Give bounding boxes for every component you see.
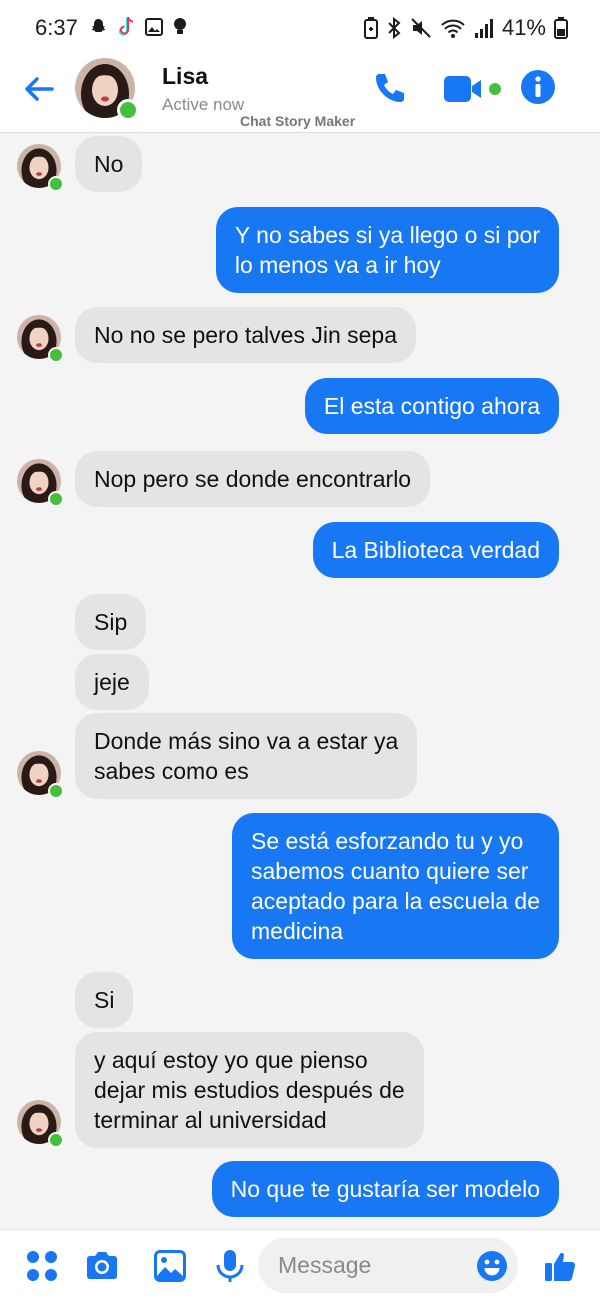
incoming-message[interactable]: Sip (75, 594, 147, 650)
menu-dots-icon[interactable] (24, 1248, 60, 1284)
message-line: aceptado para la escuela de (251, 888, 540, 914)
outgoing-message[interactable]: Se está esforzando tu y yo sabemos cuanto… (232, 813, 559, 959)
microphone-icon[interactable] (212, 1248, 248, 1284)
signal-icon (474, 19, 493, 38)
message-line: Y no sabes si ya llego o si por (234, 222, 540, 248)
incoming-message[interactable]: No no se pero talves Jin sepa (75, 307, 417, 363)
thumbs-up-icon[interactable] (543, 1248, 579, 1284)
incoming-message[interactable]: Nop pero se donde encontrarlo (75, 451, 431, 507)
presence-dot (48, 491, 64, 507)
message-line: terminar al universidad (94, 1107, 327, 1133)
mute-icon (411, 18, 431, 38)
composer-bar: Message (0, 1229, 600, 1301)
info-icon[interactable] (520, 69, 556, 105)
battery-level: 41% (501, 15, 546, 40)
message-line: y aquí estoy yo que pienso (94, 1047, 368, 1073)
presence-dot (48, 783, 64, 799)
presence-dot (48, 176, 64, 192)
incoming-message[interactable]: Si (75, 972, 134, 1028)
phone-icon[interactable] (371, 71, 407, 107)
emoji-icon[interactable] (476, 1250, 508, 1282)
message-line: medicina (251, 918, 344, 944)
message-line: sabes como es (94, 758, 249, 784)
back-arrow-icon[interactable] (22, 72, 56, 106)
message-line: Se está esforzando tu y yo (251, 828, 524, 854)
presence-dot (117, 99, 139, 121)
status-time: 6:37 (35, 15, 78, 40)
outgoing-message[interactable]: El esta contigo ahora (304, 378, 559, 434)
message-line: El esta contigo ahora (323, 393, 540, 419)
message-line: No que te gustaría ser modelo (230, 1176, 540, 1202)
outgoing-message[interactable]: La Biblioteca verdad (312, 522, 559, 578)
system-icons: 41% (363, 15, 568, 41)
message-thread[interactable]: No Y no sabes si ya llego o si por lo meno… (0, 133, 600, 1229)
message-placeholder: Message (278, 1252, 372, 1278)
wifi-icon (441, 19, 465, 38)
chat-header: Lisa Active now Chat Story Maker (0, 56, 600, 133)
camera-icon[interactable] (84, 1248, 120, 1284)
message-line: lo menos va a ir hoy (234, 252, 441, 278)
battery-saver-icon (363, 17, 378, 39)
video-camera-icon[interactable] (443, 74, 505, 104)
outgoing-message[interactable]: No que te gustaría ser modelo (211, 1161, 559, 1217)
presence-dot (48, 347, 64, 363)
message-line: La Biblioteca verdad (331, 537, 540, 563)
outgoing-message[interactable]: Y no sabes si ya llego o si por lo menos … (215, 207, 559, 293)
message-line: No no se pero talves Jin sepa (94, 322, 398, 348)
message-line: No (94, 151, 124, 177)
contact-status: Active now (162, 95, 245, 114)
snapchat-icon (91, 19, 106, 32)
message-line: Donde más sino va a estar ya (94, 728, 399, 754)
message-line: Sip (94, 609, 128, 635)
tiktok-icon (118, 16, 134, 36)
message-line: Nop pero se donde encontrarlo (94, 466, 412, 492)
message-line: dejar mis estudios después de (94, 1077, 405, 1103)
bluetooth-icon (388, 17, 401, 39)
message-input[interactable]: Message (258, 1238, 518, 1293)
message-line: Si (94, 987, 115, 1013)
message-line: sabemos cuanto quiere ser (251, 858, 529, 884)
incoming-message[interactable]: jeje (75, 654, 149, 710)
gallery-icon[interactable] (152, 1248, 188, 1284)
watermark: Chat Story Maker (240, 113, 356, 129)
bulb-icon (174, 18, 186, 34)
status-bar: 6:37 41% (0, 0, 600, 56)
notification-icons (88, 16, 188, 38)
presence-dot (48, 1132, 64, 1148)
message-line: jeje (94, 669, 130, 695)
incoming-message[interactable]: y aquí estoy yo que pienso dejar mis estu… (75, 1032, 424, 1148)
incoming-message[interactable]: No (75, 136, 143, 192)
incoming-message[interactable]: Donde más sino va a estar ya sabes como e… (75, 713, 418, 799)
battery-icon (554, 17, 568, 39)
contact-name[interactable]: Lisa (162, 63, 208, 90)
gallery-icon (145, 18, 163, 36)
